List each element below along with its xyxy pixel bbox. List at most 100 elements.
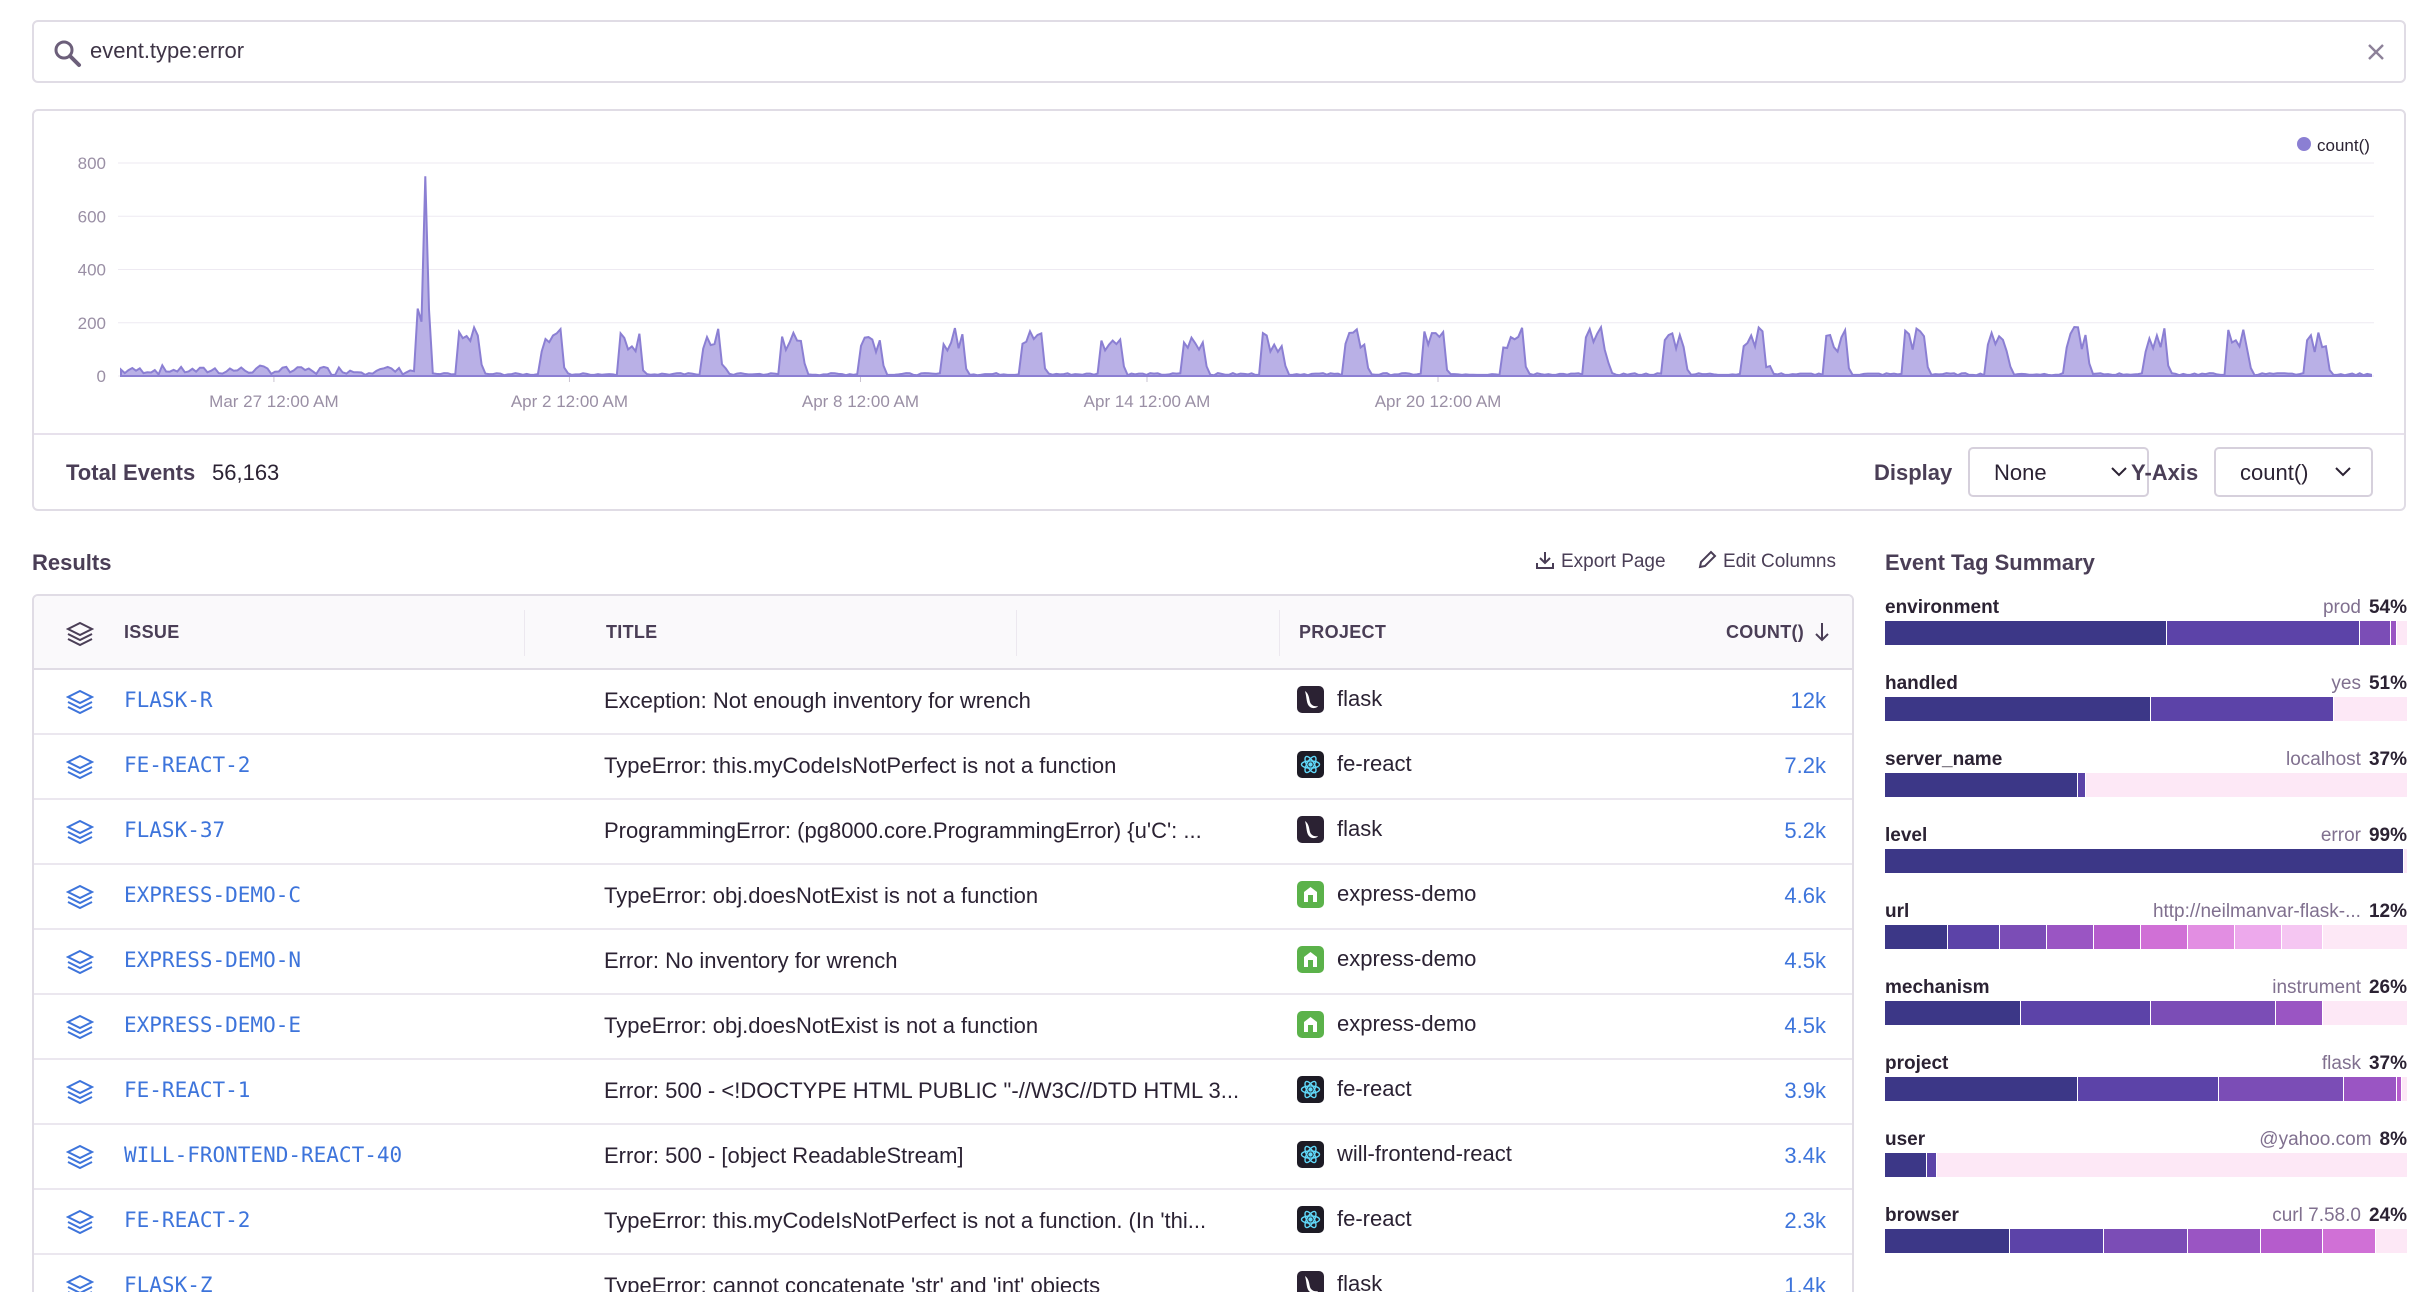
tag-bar-segment[interactable] [2093, 925, 2141, 949]
tag-bar-segment[interactable] [2151, 697, 2334, 721]
export-page-button[interactable]: Export Page [1535, 550, 1666, 573]
project-name[interactable]: express-demo [1337, 1011, 1476, 1037]
tag-bar-segment[interactable] [2140, 925, 2188, 949]
tag-distribution-bar[interactable] [1885, 697, 2407, 721]
table-row[interactable]: FE-REACT-2 TypeError: this.myCodeIsNotPer… [34, 1190, 1852, 1255]
column-header-issue[interactable]: ISSUE [124, 622, 180, 643]
stack-icon[interactable] [66, 753, 94, 781]
count-value[interactable]: 4.5k [1784, 948, 1826, 974]
issue-link[interactable]: FLASK-37 [124, 818, 225, 842]
tag-distribution-bar[interactable] [1885, 773, 2407, 797]
search-bar[interactable]: event.type:error [32, 20, 2406, 83]
table-row[interactable]: FE-REACT-1 Error: 500 - <!DOCTYPE HTML PU… [34, 1060, 1852, 1125]
column-divider[interactable] [524, 610, 525, 656]
stack-icon[interactable] [66, 1143, 94, 1171]
issue-link[interactable]: EXPRESS-DEMO-E [124, 1013, 301, 1037]
count-value[interactable]: 5.2k [1784, 818, 1826, 844]
tag-bar-segment[interactable] [2396, 1077, 2402, 1101]
issue-link[interactable]: FE-REACT-2 [124, 753, 250, 777]
stack-icon[interactable] [66, 1273, 94, 1292]
tag-bar-segment[interactable] [2344, 1077, 2397, 1101]
tag-distribution-bar[interactable] [1885, 1229, 2407, 1253]
issue-link[interactable]: EXPRESS-DEMO-N [124, 948, 301, 972]
project-name[interactable]: flask [1337, 1271, 1382, 1292]
table-row[interactable]: WILL-FRONTEND-REACT-40 Error: 500 - [obje… [34, 1125, 1852, 1190]
tag-bar-segment[interactable] [1885, 697, 2152, 721]
stack-icon[interactable] [66, 620, 94, 648]
column-divider[interactable] [1016, 610, 1017, 656]
tag-bar-segment[interactable] [2104, 1229, 2188, 1253]
issue-link[interactable]: FE-REACT-2 [124, 1208, 250, 1232]
tag-bar-segment[interactable] [2078, 773, 2086, 797]
tag-user[interactable]: user @yahoo.com 8% [1885, 1129, 2407, 1205]
issue-link[interactable]: FLASK-R [124, 688, 213, 712]
table-row[interactable]: EXPRESS-DEMO-E TypeError: obj.doesNotExis… [34, 995, 1852, 1060]
tag-bar-segment[interactable] [2276, 1001, 2324, 1025]
project-name[interactable]: express-demo [1337, 881, 1476, 907]
edit-columns-button[interactable]: Edit Columns [1697, 550, 1836, 573]
tag-bar-segment[interactable] [2020, 1001, 2152, 1025]
tag-url[interactable]: url http://neilmanvar-flask-... 12% [1885, 901, 2407, 977]
count-value[interactable]: 4.6k [1784, 883, 1826, 909]
tag-bar-segment[interactable] [2151, 1001, 2277, 1025]
column-divider[interactable] [1279, 610, 1280, 656]
count-value[interactable]: 7.2k [1784, 753, 1826, 779]
tag-environment[interactable]: environment prod 54% [1885, 597, 2407, 673]
count-value[interactable]: 4.5k [1784, 1013, 1826, 1039]
close-icon[interactable] [2360, 36, 2392, 68]
project-name[interactable]: fe-react [1337, 1076, 1412, 1102]
stack-icon[interactable] [66, 688, 94, 716]
yaxis-dropdown[interactable]: count() [2214, 447, 2373, 497]
tag-bar-segment[interactable] [1885, 1077, 2079, 1101]
stack-icon[interactable] [66, 1208, 94, 1236]
stack-icon[interactable] [66, 948, 94, 976]
tag-bar-segment[interactable] [1999, 925, 2047, 949]
table-row[interactable]: EXPRESS-DEMO-C TypeError: obj.doesNotExis… [34, 865, 1852, 930]
tag-distribution-bar[interactable] [1885, 1077, 2407, 1101]
tag-level[interactable]: level error 99% [1885, 825, 2407, 901]
tag-bar-segment[interactable] [1885, 925, 1948, 949]
column-header-project[interactable]: PROJECT [1299, 622, 1386, 643]
tag-distribution-bar[interactable] [1885, 1153, 2407, 1177]
issue-link[interactable]: WILL-FRONTEND-REACT-40 [124, 1143, 402, 1167]
tag-bar-segment[interactable] [2187, 1229, 2261, 1253]
project-name[interactable]: will-frontend-react [1337, 1141, 1512, 1167]
table-row[interactable]: EXPRESS-DEMO-N Error: No inventory for wr… [34, 930, 1852, 995]
tag-bar-segment[interactable] [1885, 773, 2079, 797]
column-header-title[interactable]: TITLE [606, 622, 658, 643]
issue-link[interactable]: FLASK-Z [124, 1273, 213, 1292]
count-value[interactable]: 2.3k [1784, 1208, 1826, 1234]
count-value[interactable]: 1.4k [1784, 1273, 1826, 1292]
column-header-count[interactable]: COUNT() [1726, 622, 1831, 643]
tag-distribution-bar[interactable] [1885, 925, 2407, 949]
tag-bar-segment[interactable] [2323, 1229, 2376, 1253]
issue-link[interactable]: EXPRESS-DEMO-C [124, 883, 301, 907]
project-name[interactable]: fe-react [1337, 1206, 1412, 1232]
tag-bar-segment[interactable] [1885, 849, 2405, 873]
stack-icon[interactable] [66, 883, 94, 911]
stack-icon[interactable] [66, 818, 94, 846]
tag-bar-segment[interactable] [2391, 621, 2397, 645]
project-name[interactable]: fe-react [1337, 751, 1412, 777]
tag-distribution-bar[interactable] [1885, 849, 2407, 873]
tag-distribution-bar[interactable] [1885, 1001, 2407, 1025]
tag-bar-segment[interactable] [2260, 1229, 2324, 1253]
tag-bar-segment[interactable] [2219, 1077, 2345, 1101]
tag-bar-segment[interactable] [2010, 1229, 2105, 1253]
tag-bar-segment[interactable] [2234, 925, 2282, 949]
stack-icon[interactable] [66, 1013, 94, 1041]
tag-bar-segment[interactable] [1885, 1229, 2011, 1253]
count-value[interactable]: 3.9k [1784, 1078, 1826, 1104]
count-value[interactable]: 12k [1791, 688, 1826, 714]
tag-distribution-bar[interactable] [1885, 621, 2407, 645]
search-input[interactable]: event.type:error [90, 38, 244, 64]
tag-project[interactable]: project flask 37% [1885, 1053, 2407, 1129]
tag-bar-segment[interactable] [1947, 925, 2000, 949]
project-name[interactable]: express-demo [1337, 946, 1476, 972]
stack-icon[interactable] [66, 1078, 94, 1106]
project-name[interactable]: flask [1337, 686, 1382, 712]
tag-bar-segment[interactable] [1885, 621, 2167, 645]
tag-bar-segment[interactable] [2078, 1077, 2220, 1101]
project-name[interactable]: flask [1337, 816, 1382, 842]
tag-bar-segment[interactable] [1926, 1153, 1938, 1177]
